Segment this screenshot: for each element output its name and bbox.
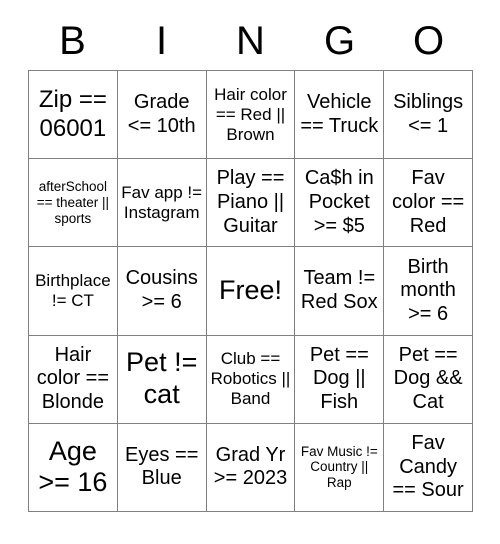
bingo-cell[interactable]: Pet != cat <box>117 335 207 424</box>
bingo-cell-label: Vehicle == Truck <box>300 91 379 137</box>
bingo-cell[interactable]: Grad Yr >= 2023 <box>206 423 296 512</box>
bingo-cell[interactable]: Siblings <= 1 <box>384 71 473 160</box>
bingo-cell-label: Fav color == Red <box>391 167 465 237</box>
bingo-cell-label: Fav app != Instagram <box>121 182 203 222</box>
bingo-cell-label: Pet == Dog && Cat <box>393 343 463 413</box>
bingo-cell[interactable]: Birth month >= 6 <box>384 247 473 336</box>
bingo-header-row: B I N G O <box>28 12 473 70</box>
bingo-cell-label: Eyes == Blue <box>125 443 199 490</box>
bingo-cell-label: Cousins >= 6 <box>125 267 198 313</box>
bingo-cell-label: Birth month >= 6 <box>400 255 456 325</box>
bingo-header-letter-i: I <box>155 19 168 63</box>
bingo-cell[interactable]: Hair color == Blonde <box>29 335 118 424</box>
bingo-cell-label: Zip == 06001 <box>38 86 107 142</box>
bingo-grid: Zip == 06001 Grade <= 10th Hair color ==… <box>28 70 473 512</box>
bingo-cell-label: Hair color == Blonde <box>36 343 110 413</box>
bingo-cell[interactable]: Pet == Dog || Fish <box>295 335 385 424</box>
bingo-cell-label: Hair color == Red || Brown <box>214 84 287 144</box>
bingo-cell[interactable]: Fav color == Red <box>384 159 473 248</box>
bingo-cell-label: Team != Red Sox <box>300 267 378 313</box>
bingo-cell[interactable]: Play == Piano || Guitar <box>206 159 296 248</box>
bingo-header-letter-b: B <box>59 19 86 63</box>
bingo-cell[interactable]: Cousins >= 6 <box>117 247 207 336</box>
bingo-header-letter-o: O <box>412 19 445 63</box>
bingo-cell-label: Birthplace != CT <box>35 270 111 310</box>
bingo-cell[interactable]: Fav app != Instagram <box>117 159 207 248</box>
bingo-cell[interactable]: Pet == Dog && Cat <box>384 335 473 424</box>
bingo-cell[interactable]: Zip == 06001 <box>29 71 118 160</box>
bingo-cell-label: Fav Candy == Sour <box>392 432 464 502</box>
bingo-cell[interactable]: Fav Candy == Sour <box>384 423 473 512</box>
bingo-cell-label: Play == Piano || Guitar <box>216 167 285 237</box>
bingo-cell[interactable]: Ca$h in Pocket >= $5 <box>295 159 385 248</box>
bingo-cell[interactable]: Fav Music != Country || Rap <box>295 423 385 512</box>
bingo-cell-label: afterSchool == theater || sports <box>36 178 110 226</box>
bingo-cell-label: Fav Music != Country || Rap <box>300 443 378 491</box>
bingo-cell-label: Grade <= 10th <box>127 91 196 137</box>
bingo-cell-label: Pet != cat <box>126 347 198 410</box>
bingo-header-letter-g: G <box>323 19 356 63</box>
bingo-cell[interactable]: Hair color == Red || Brown <box>206 71 296 160</box>
bingo-cell-label: Age >= 16 <box>38 435 108 498</box>
bingo-cell-label: Free! <box>218 275 282 306</box>
bingo-card: B I N G O Zip == 06001 Grade <= 10th Hai… <box>0 0 500 544</box>
bingo-cell-label: Ca$h in Pocket >= $5 <box>304 167 374 237</box>
bingo-cell[interactable]: Eyes == Blue <box>117 423 207 512</box>
bingo-cell[interactable]: Birthplace != CT <box>29 247 118 336</box>
bingo-cell-label: Grad Yr >= 2023 <box>213 443 288 490</box>
bingo-cell[interactable]: afterSchool == theater || sports <box>29 159 118 248</box>
bingo-cell[interactable]: Vehicle == Truck <box>295 71 385 160</box>
bingo-cell-free[interactable]: Free! <box>206 247 296 336</box>
bingo-header-letter-n: N <box>236 19 265 63</box>
bingo-cell-label: Pet == Dog || Fish <box>309 343 369 413</box>
bingo-cell-label: Club == Robotics || Band <box>210 349 291 409</box>
bingo-cell[interactable]: Team != Red Sox <box>295 247 385 336</box>
bingo-cell-label: Siblings <= 1 <box>393 91 464 137</box>
bingo-cell[interactable]: Grade <= 10th <box>117 71 207 160</box>
bingo-cell[interactable]: Club == Robotics || Band <box>206 335 296 424</box>
bingo-cell[interactable]: Age >= 16 <box>29 423 118 512</box>
